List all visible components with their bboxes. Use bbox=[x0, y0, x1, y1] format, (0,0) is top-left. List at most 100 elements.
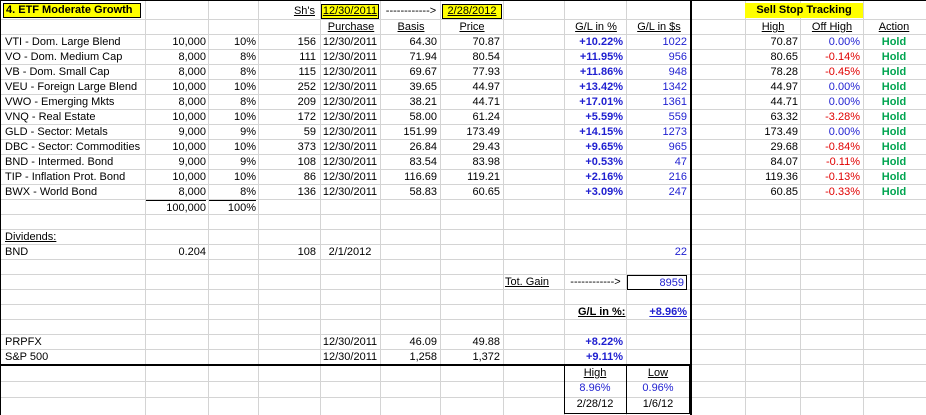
holding-gl-pct[interactable]: +9.65% bbox=[565, 140, 623, 155]
holding-name[interactable]: GLD - Sector: Metals bbox=[5, 125, 143, 140]
holding-pct[interactable]: 10% bbox=[209, 80, 256, 95]
holding-date[interactable]: 12/30/2011 bbox=[321, 125, 379, 140]
holding-alloc[interactable]: 9,000 bbox=[146, 155, 206, 170]
holding-gl-dollars[interactable]: 216 bbox=[627, 170, 687, 185]
benchmark-date[interactable]: 12/30/2011 bbox=[321, 335, 379, 350]
holding-basis[interactable]: 39.65 bbox=[381, 80, 437, 95]
holding-gl-pct[interactable]: +13.42% bbox=[565, 80, 623, 95]
holding-shares[interactable]: 209 bbox=[259, 95, 316, 110]
holding-date[interactable]: 12/30/2011 bbox=[321, 140, 379, 155]
holding-action[interactable]: Hold bbox=[864, 35, 924, 50]
holding-pct[interactable]: 9% bbox=[209, 125, 256, 140]
holding-name[interactable]: TIP - Inflation Prot. Bond bbox=[5, 170, 143, 185]
holding-high[interactable]: 80.65 bbox=[746, 50, 798, 65]
holding-high[interactable]: 78.28 bbox=[746, 65, 798, 80]
holding-gl-dollars[interactable]: 965 bbox=[627, 140, 687, 155]
holding-basis[interactable]: 116.69 bbox=[381, 170, 437, 185]
low-value[interactable]: 0.96% bbox=[628, 381, 688, 396]
holding-off-high[interactable]: -0.33% bbox=[801, 185, 860, 200]
holding-name[interactable]: DBC - Sector: Commodities bbox=[5, 140, 143, 155]
holding-action[interactable]: Hold bbox=[864, 155, 924, 170]
holding-alloc[interactable]: 8,000 bbox=[146, 65, 206, 80]
holding-gl-pct[interactable]: +11.86% bbox=[565, 65, 623, 80]
holding-price[interactable]: 60.65 bbox=[441, 185, 500, 200]
benchmark-name[interactable]: S&P 500 bbox=[5, 350, 143, 365]
holding-price[interactable]: 61.24 bbox=[441, 110, 500, 125]
holding-gl-dollars[interactable]: 1022 bbox=[627, 35, 687, 50]
holding-price[interactable]: 44.71 bbox=[441, 95, 500, 110]
holding-action[interactable]: Hold bbox=[864, 50, 924, 65]
holding-shares[interactable]: 111 bbox=[259, 50, 316, 65]
holding-price[interactable]: 173.49 bbox=[441, 125, 500, 140]
holding-name[interactable]: VNQ - Real Estate bbox=[5, 110, 143, 125]
holding-price[interactable]: 119.21 bbox=[441, 170, 500, 185]
holding-shares[interactable]: 86 bbox=[259, 170, 316, 185]
holding-gl-pct[interactable]: +10.22% bbox=[565, 35, 623, 50]
holding-gl-dollars[interactable]: 956 bbox=[627, 50, 687, 65]
holding-gl-pct[interactable]: +2.16% bbox=[565, 170, 623, 185]
holding-date[interactable]: 12/30/2011 bbox=[321, 95, 379, 110]
holding-gl-dollars[interactable]: 1273 bbox=[627, 125, 687, 140]
holding-action[interactable]: Hold bbox=[864, 80, 924, 95]
holding-action[interactable]: Hold bbox=[864, 65, 924, 80]
holding-basis[interactable]: 58.00 bbox=[381, 110, 437, 125]
holding-action[interactable]: Hold bbox=[864, 125, 924, 140]
holding-basis[interactable]: 58.83 bbox=[381, 185, 437, 200]
holding-high[interactable]: 119.36 bbox=[746, 170, 798, 185]
holding-high[interactable]: 60.85 bbox=[746, 185, 798, 200]
benchmark-name[interactable]: PRPFX bbox=[5, 335, 143, 350]
holding-pct[interactable]: 10% bbox=[209, 170, 256, 185]
holding-alloc[interactable]: 8,000 bbox=[146, 95, 206, 110]
holding-price[interactable]: 83.98 bbox=[441, 155, 500, 170]
holding-off-high[interactable]: 0.00% bbox=[801, 95, 860, 110]
holding-pct[interactable]: 8% bbox=[209, 50, 256, 65]
holding-gl-pct[interactable]: +11.95% bbox=[565, 50, 623, 65]
sheet-title[interactable]: 4. ETF Moderate Growth bbox=[3, 3, 141, 18]
holding-basis[interactable]: 26.84 bbox=[381, 140, 437, 155]
holding-gl-dollars[interactable]: 559 bbox=[627, 110, 687, 125]
holding-high[interactable]: 173.49 bbox=[746, 125, 798, 140]
holding-basis[interactable]: 64.30 bbox=[381, 35, 437, 50]
benchmark-gl-pct[interactable]: +9.11% bbox=[565, 350, 623, 365]
holding-price[interactable]: 44.97 bbox=[441, 80, 500, 95]
holding-gl-pct[interactable]: +5.59% bbox=[565, 110, 623, 125]
holding-price[interactable]: 77.93 bbox=[441, 65, 500, 80]
holding-gl-pct[interactable]: +14.15% bbox=[565, 125, 623, 140]
holding-off-high[interactable]: 0.00% bbox=[801, 80, 860, 95]
holding-gl-dollars[interactable]: 1342 bbox=[627, 80, 687, 95]
holding-shares[interactable]: 252 bbox=[259, 80, 316, 95]
holding-high[interactable]: 29.68 bbox=[746, 140, 798, 155]
holding-off-high[interactable]: -0.13% bbox=[801, 170, 860, 185]
holding-shares[interactable]: 108 bbox=[259, 155, 316, 170]
gl-pct-value[interactable]: +8.96% bbox=[628, 305, 687, 320]
holding-action[interactable]: Hold bbox=[864, 185, 924, 200]
holding-pct[interactable]: 8% bbox=[209, 65, 256, 80]
holding-alloc[interactable]: 10,000 bbox=[146, 35, 206, 50]
holding-gl-pct[interactable]: +3.09% bbox=[565, 185, 623, 200]
holding-name[interactable]: VWO - Emerging Mkts bbox=[5, 95, 143, 110]
benchmark-date[interactable]: 12/30/2011 bbox=[321, 350, 379, 365]
low-date[interactable]: 1/6/12 bbox=[628, 397, 688, 412]
holding-basis[interactable]: 83.54 bbox=[381, 155, 437, 170]
holding-alloc[interactable]: 10,000 bbox=[146, 110, 206, 125]
dividend-value[interactable]: 22 bbox=[628, 245, 687, 260]
holding-high[interactable]: 44.71 bbox=[746, 95, 798, 110]
benchmark-price[interactable]: 1,372 bbox=[441, 350, 500, 365]
holding-gl-dollars[interactable]: 47 bbox=[627, 155, 687, 170]
holding-high[interactable]: 70.87 bbox=[746, 35, 798, 50]
holding-off-high[interactable]: -3.28% bbox=[801, 110, 860, 125]
holding-name[interactable]: VO - Dom. Medium Cap bbox=[5, 50, 143, 65]
holding-date[interactable]: 12/30/2011 bbox=[321, 80, 379, 95]
high-date[interactable]: 2/28/12 bbox=[566, 397, 624, 412]
holding-action[interactable]: Hold bbox=[864, 95, 924, 110]
holding-action[interactable]: Hold bbox=[864, 110, 924, 125]
total-alloc[interactable]: 100,000 bbox=[146, 200, 206, 216]
holding-price[interactable]: 70.87 bbox=[441, 35, 500, 50]
tot-gain-value[interactable]: 8959 bbox=[627, 275, 687, 290]
holding-shares[interactable]: 156 bbox=[259, 35, 316, 50]
holding-basis[interactable]: 69.67 bbox=[381, 65, 437, 80]
holding-pct[interactable]: 10% bbox=[209, 35, 256, 50]
holding-pct[interactable]: 10% bbox=[209, 110, 256, 125]
holding-high[interactable]: 84.07 bbox=[746, 155, 798, 170]
holding-high[interactable]: 44.97 bbox=[746, 80, 798, 95]
